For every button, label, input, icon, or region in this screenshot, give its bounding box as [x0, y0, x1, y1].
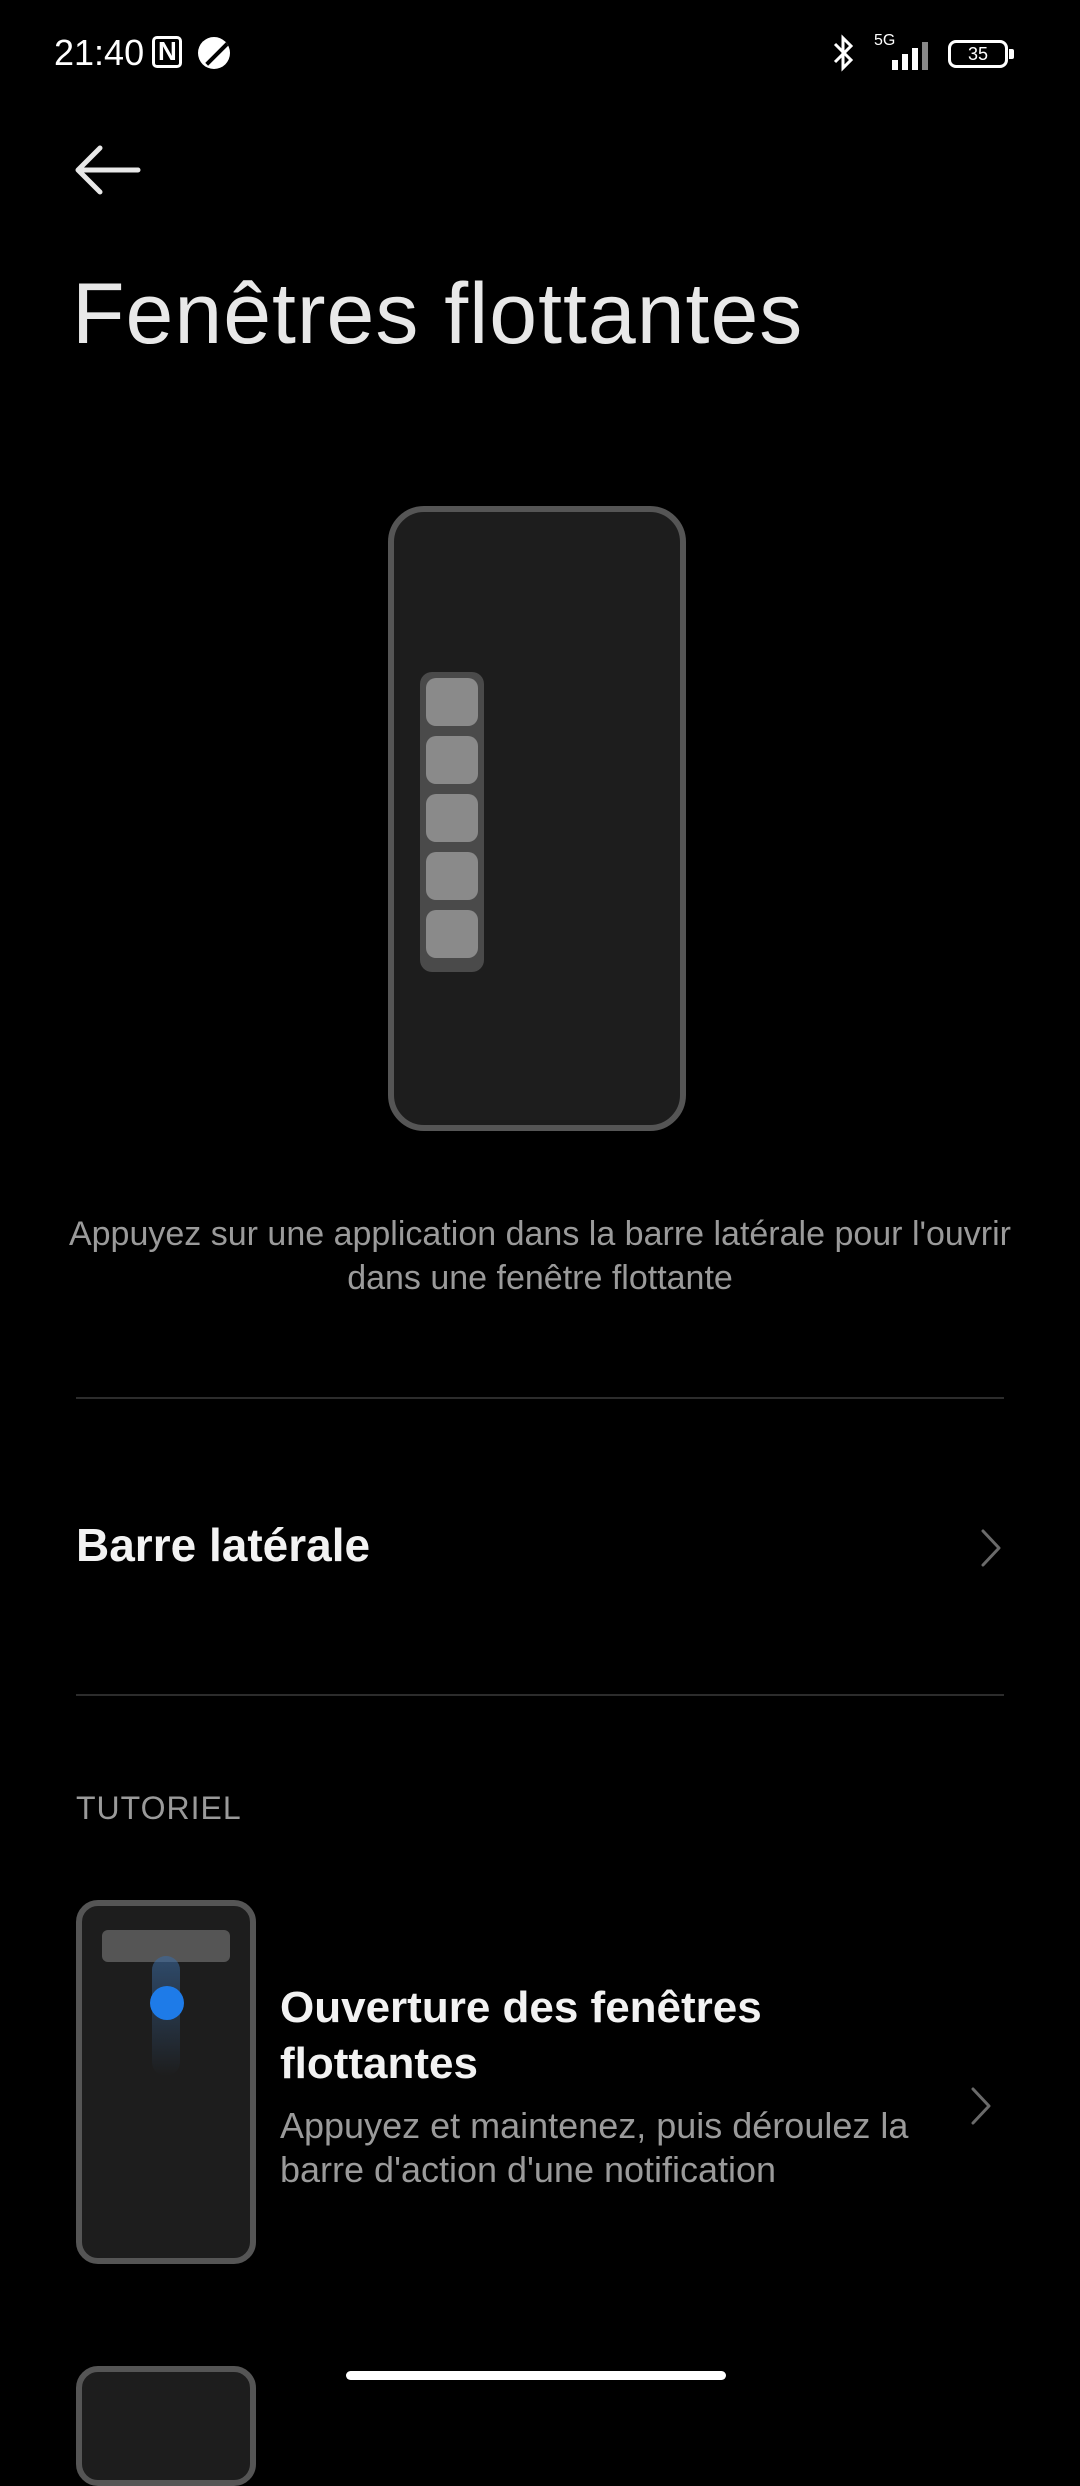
chevron-right-icon — [981, 1529, 1001, 1567]
sidebar-slot — [426, 678, 478, 726]
sidebar-illustration — [420, 672, 484, 972]
page-title: Fenêtres flottantes — [72, 266, 804, 362]
battery-level: 35 — [967, 44, 989, 64]
bluetooth-icon — [833, 34, 854, 72]
tutorial-thumbnail — [76, 1900, 256, 2264]
tutorial-thumbnail[interactable] — [76, 2366, 256, 2486]
sidebar-slot — [426, 794, 478, 842]
home-indicator[interactable] — [346, 2371, 726, 2380]
chevron-right-icon — [971, 2087, 991, 2125]
tutorial-title: Ouverture des fenêtres flottantes — [280, 1983, 762, 2088]
divider — [76, 1694, 1004, 1696]
nfc-icon — [152, 36, 182, 68]
tutorial-description: Appuyez et maintenez, puis déroulez la b… — [280, 2105, 909, 2190]
sidebar-slot — [426, 852, 478, 900]
section-label-tutorial: TUTORIEL — [76, 1790, 242, 1826]
app-dot-icon — [198, 37, 230, 69]
battery-icon: 35 — [948, 40, 1014, 68]
sidebar-slot — [426, 910, 478, 958]
status-time: 21:40 — [54, 32, 145, 73]
floating-window-illustration — [388, 506, 686, 1131]
signal-icon — [892, 42, 928, 70]
sidebar-row-label: Barre latérale — [76, 1519, 371, 1571]
back-button[interactable] — [70, 140, 150, 200]
illustration-caption: Appuyez sur une application dans la barr… — [68, 1215, 1012, 1297]
sidebar-settings-row[interactable]: Barre latérale — [0, 1400, 1080, 1696]
divider — [76, 1397, 1004, 1399]
touch-point-icon — [150, 1986, 184, 2020]
sidebar-slot — [426, 736, 478, 784]
tutorial-item[interactable]: Ouverture des fenêtres flottantes Appuye… — [0, 1900, 1080, 2280]
status-bar: 21:40 5G 35 — [0, 0, 1080, 110]
arrow-left-icon — [75, 145, 141, 195]
